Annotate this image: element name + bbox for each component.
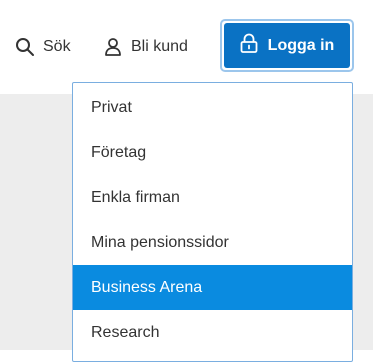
- dropdown-item-enkla-firman[interactable]: Enkla firman: [73, 175, 352, 220]
- login-dropdown-menu: Privat Företag Enkla firman Mina pension…: [72, 82, 353, 362]
- lock-icon: [240, 33, 258, 58]
- user-icon: [103, 37, 123, 57]
- login-button-focus-ring: Logga in: [220, 19, 354, 72]
- login-label: Logga in: [267, 36, 335, 54]
- search-icon: [15, 37, 35, 57]
- dropdown-item-research[interactable]: Research: [73, 310, 352, 355]
- become-customer-link[interactable]: Bli kund: [103, 32, 188, 62]
- login-button[interactable]: Logga in: [224, 23, 350, 68]
- dropdown-item-mina-pensionssidor[interactable]: Mina pensionssidor: [73, 220, 352, 265]
- become-customer-label: Bli kund: [131, 38, 188, 55]
- dropdown-item-foretag[interactable]: Företag: [73, 130, 352, 175]
- dropdown-item-privat[interactable]: Privat: [73, 85, 352, 130]
- site-header: Sök Bli kund Logga in: [0, 0, 373, 94]
- search-link[interactable]: Sök: [15, 32, 71, 62]
- search-label: Sök: [43, 38, 71, 55]
- login-dropdown-list: Privat Företag Enkla firman Mina pension…: [73, 85, 352, 355]
- dropdown-item-business-arena[interactable]: Business Arena: [73, 265, 352, 310]
